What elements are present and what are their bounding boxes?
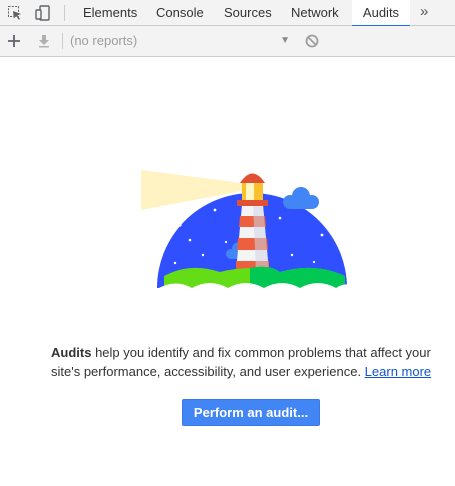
more-tabs-button[interactable]: »: [420, 0, 428, 25]
tab-console[interactable]: Console: [156, 0, 204, 25]
audits-toolbar: (no reports) ▼: [0, 26, 455, 57]
inspect-element-icon[interactable]: [4, 0, 26, 25]
tab-elements[interactable]: Elements: [83, 0, 137, 25]
device-toolbar-icon[interactable]: [32, 0, 54, 25]
lighthouse-illustration: [130, 160, 355, 300]
tab-audits[interactable]: Audits: [352, 0, 410, 27]
audits-description: Audits help you identify and fix common …: [51, 343, 451, 381]
tab-sources[interactable]: Sources: [224, 0, 272, 25]
download-icon[interactable]: [33, 29, 55, 53]
report-select-value: (no reports): [70, 33, 138, 48]
audits-title: Audits: [51, 345, 92, 360]
report-select[interactable]: (no reports) ▼: [70, 29, 294, 53]
tab-network[interactable]: Network: [291, 0, 339, 25]
learn-more-link[interactable]: Learn more: [365, 364, 431, 379]
chevron-down-icon: ▼: [280, 35, 290, 46]
block-icon[interactable]: [301, 29, 323, 53]
devtools-tabbar: Elements Console Sources Network Audits …: [0, 0, 455, 27]
perform-audit-button[interactable]: Perform an audit...: [182, 399, 320, 426]
separator: [64, 5, 65, 21]
plus-icon[interactable]: [3, 29, 25, 53]
separator: [62, 33, 63, 49]
